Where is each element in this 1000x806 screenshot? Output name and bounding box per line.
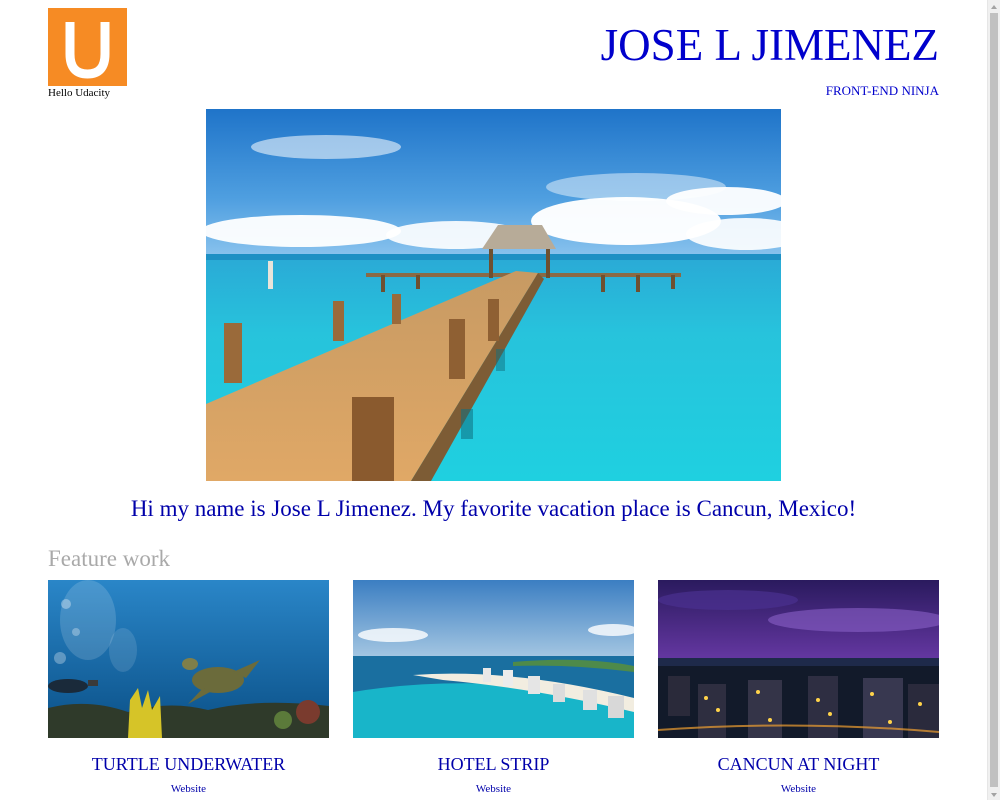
- scrollbar-thumb[interactable]: [990, 13, 998, 787]
- intro-text: Hi my name is Jose L Jimenez. My favorit…: [130, 496, 857, 521]
- cancun-night-website-link[interactable]: Website: [658, 783, 939, 795]
- hotel-strip-title[interactable]: HOTEL STRIP: [353, 754, 634, 775]
- turtle-photo: [48, 580, 329, 738]
- turtle-underwater-title[interactable]: TURTLE UNDERWATER: [48, 754, 329, 775]
- scroll-up-arrow-icon[interactable]: [988, 0, 1000, 12]
- hero-image: [206, 109, 781, 481]
- turtle-underwater-image[interactable]: [48, 580, 329, 738]
- hotel-strip-photo: [353, 580, 634, 738]
- hotel-strip-image[interactable]: [353, 580, 634, 738]
- cancun-at-night-title[interactable]: CANCUN AT NIGHT: [658, 754, 939, 775]
- turtle-website-link[interactable]: Website: [48, 783, 329, 795]
- udacity-u-icon: [65, 22, 110, 79]
- vertical-scrollbar[interactable]: [987, 0, 1000, 800]
- feature-card-hotel-strip: HOTEL STRIP Website: [353, 580, 634, 795]
- hotel-strip-website-link[interactable]: Website: [353, 783, 634, 795]
- cancun-at-night-image[interactable]: [658, 580, 939, 738]
- site-subtitle: FRONT-END NINJA: [825, 83, 939, 98]
- feature-card-turtle: TURTLE UNDERWATER Website: [48, 580, 329, 795]
- site-title: JOSE L JIMENEZ: [600, 20, 939, 70]
- cancun-night-photo: [658, 580, 939, 738]
- pier-photo: [206, 109, 781, 481]
- feature-card-cancun-night: CANCUN AT NIGHT Website: [658, 580, 939, 795]
- logo-caption: Hello Udacity: [48, 87, 111, 99]
- scroll-down-arrow-icon[interactable]: [988, 788, 1000, 800]
- feature-work-heading: Feature work: [48, 546, 170, 571]
- udacity-logo: [48, 8, 127, 86]
